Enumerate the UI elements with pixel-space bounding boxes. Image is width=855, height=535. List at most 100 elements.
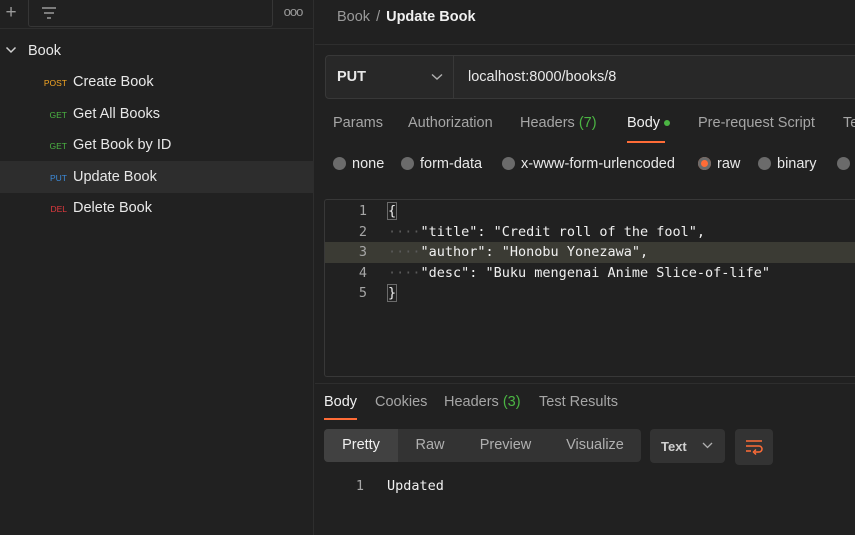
sidebar: + ooo Book POST Create Book GET Get All Boo… bbox=[0, 0, 314, 535]
breadcrumb-separator: / bbox=[376, 9, 381, 25]
tab-label: Params bbox=[333, 115, 383, 131]
chevron-down-icon bbox=[702, 442, 713, 449]
response-text: Updated bbox=[387, 478, 444, 494]
request-item[interactable]: GET Get All Books bbox=[0, 98, 314, 130]
radio-raw[interactable]: raw bbox=[698, 156, 740, 172]
radio-circle-icon bbox=[502, 157, 515, 170]
line-number: 1 bbox=[358, 203, 367, 219]
request-item[interactable]: PUT Update Book bbox=[0, 161, 314, 193]
response-tab-headers[interactable]: Headers (3) bbox=[444, 394, 521, 420]
status-dot-icon bbox=[664, 120, 671, 127]
response-language-value: Text bbox=[661, 439, 687, 454]
url-bar: PUT localhost:8000/books/8 bbox=[325, 55, 855, 99]
breadcrumb-current[interactable]: Update Book bbox=[386, 9, 475, 25]
tab-label: Test Results bbox=[539, 394, 618, 410]
code-line: 4 ····"desc": "Buku mengenai Anime Slice-… bbox=[325, 263, 855, 284]
tab-label: Headers bbox=[520, 115, 575, 131]
wrap-lines-button[interactable] bbox=[735, 429, 773, 465]
indent-guide: ···· bbox=[388, 264, 421, 281]
divider bbox=[315, 44, 855, 45]
request-editor: Book / Update Book PUT localhost:8000/book… bbox=[315, 0, 855, 535]
tab-headers[interactable]: Headers (7) bbox=[520, 115, 597, 143]
method-badge: GET bbox=[49, 141, 67, 151]
radio-binary[interactable]: binary bbox=[758, 156, 817, 172]
method-select[interactable]: PUT bbox=[326, 56, 454, 98]
view-mode-pretty[interactable]: Pretty bbox=[324, 429, 398, 462]
line-number: 2 bbox=[358, 223, 367, 240]
chevron-down-icon bbox=[5, 46, 17, 54]
tab-authorization[interactable]: Authorization bbox=[408, 115, 493, 143]
method-badge: PUT bbox=[50, 173, 67, 183]
tab-body[interactable]: Body bbox=[627, 115, 671, 143]
radio-form-data[interactable]: form-data bbox=[401, 156, 482, 172]
active-tab-underline bbox=[627, 141, 665, 143]
divider bbox=[315, 383, 855, 384]
code-content: } bbox=[386, 284, 398, 302]
method-badge: GET bbox=[49, 110, 67, 120]
code-line: 1{ bbox=[325, 201, 855, 222]
code-content: "desc": "Buku mengenai Anime Slice-of-li… bbox=[420, 264, 771, 281]
line-number: 3 bbox=[358, 244, 367, 260]
breadcrumb-parent[interactable]: Book bbox=[337, 9, 370, 25]
tab-label: Authorization bbox=[408, 115, 493, 131]
tab-label: Pre-request Script bbox=[698, 115, 815, 131]
active-tab-underline bbox=[324, 418, 357, 420]
code-text: ····"desc": "Buku mengenai Anime Slice-o… bbox=[388, 263, 770, 284]
view-mode-visualize[interactable]: Visualize bbox=[549, 429, 641, 462]
collection-name: Book bbox=[28, 43, 62, 59]
response-tab-body[interactable]: Body bbox=[324, 394, 357, 420]
url-input[interactable]: localhost:8000/books/8 bbox=[468, 69, 616, 85]
response-body: 1 Updated bbox=[315, 476, 855, 496]
tab-label: Body bbox=[627, 115, 661, 131]
request-name: Create Book bbox=[73, 74, 154, 90]
add-button[interactable]: + bbox=[0, 0, 22, 28]
response-language-select[interactable]: Text bbox=[650, 429, 725, 463]
filter-input[interactable] bbox=[28, 0, 273, 27]
tab-pre-request-script[interactable]: Pre-request Script bbox=[698, 115, 815, 143]
code-text: } bbox=[386, 283, 398, 304]
tab-count: (3) bbox=[502, 394, 521, 410]
request-item[interactable]: DEL Delete Book bbox=[0, 192, 314, 224]
request-name: Get Book by ID bbox=[73, 137, 172, 153]
body-editor[interactable]: 1{2 ····"title": "Credit roll of the fool… bbox=[324, 199, 855, 377]
more-options-button[interactable]: ooo bbox=[283, 0, 304, 26]
radio-label: form-data bbox=[420, 156, 483, 172]
radio-label: binary bbox=[777, 156, 817, 172]
code-line: 5} bbox=[325, 283, 855, 304]
line-number: 5 bbox=[358, 285, 367, 301]
radio-circle-icon bbox=[698, 157, 711, 170]
chevron-down-icon bbox=[431, 73, 443, 80]
code-line: 2 ····"title": "Credit roll of the fool", bbox=[325, 222, 855, 243]
request-item[interactable]: POST Create Book bbox=[0, 66, 314, 98]
tab-te[interactable]: Te bbox=[843, 115, 855, 143]
radio-label: none bbox=[352, 156, 385, 172]
request-name: Delete Book bbox=[73, 200, 152, 216]
code-content: "title": "Credit roll of the fool", bbox=[420, 223, 705, 240]
radio-more[interactable] bbox=[837, 156, 855, 172]
request-name: Get All Books bbox=[73, 106, 161, 122]
filter-icon bbox=[42, 7, 56, 19]
code-text: ····"title": "Credit roll of the fool", bbox=[388, 222, 705, 243]
code-line: 3 ····"author": "Honobu Yonezawa", bbox=[325, 242, 855, 263]
response-tab-test-results[interactable]: Test Results bbox=[539, 394, 618, 420]
request-name: Update Book bbox=[73, 169, 157, 185]
radio-x-www-form-urlencoded[interactable]: x-www-form-urlencoded bbox=[502, 156, 675, 172]
method-badge: POST bbox=[43, 78, 67, 88]
collection-item-book[interactable]: Book bbox=[0, 35, 314, 67]
radio-circle-icon bbox=[758, 157, 771, 170]
response-tab-cookies[interactable]: Cookies bbox=[375, 394, 427, 420]
indent-guide: ···· bbox=[388, 244, 421, 260]
breadcrumb: Book / Update Book bbox=[337, 9, 476, 25]
radio-label: raw bbox=[717, 156, 741, 172]
view-mode-raw[interactable]: Raw bbox=[398, 429, 462, 462]
radio-none[interactable]: none bbox=[333, 156, 384, 172]
radio-label: x-www-form-urlencoded bbox=[521, 156, 675, 172]
request-item[interactable]: GET Get Book by ID bbox=[0, 129, 314, 161]
tab-label: Headers bbox=[444, 394, 499, 410]
line-number: 1 bbox=[355, 478, 364, 494]
code-content: { bbox=[386, 202, 398, 220]
view-mode-preview[interactable]: Preview bbox=[462, 429, 549, 462]
tab-params[interactable]: Params bbox=[333, 115, 383, 143]
method-badge: DEL bbox=[50, 204, 67, 214]
radio-circle-icon bbox=[837, 157, 850, 170]
